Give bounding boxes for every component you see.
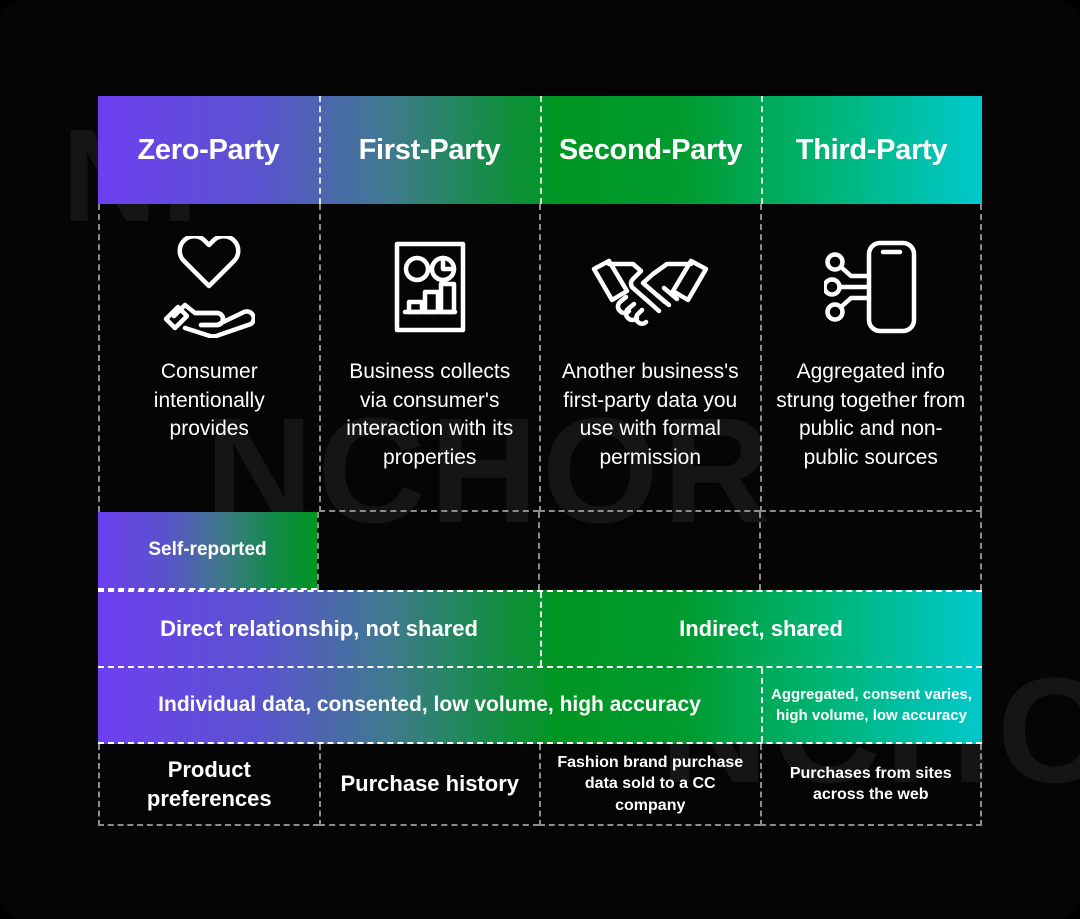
description-text: Aggregated info strung together from pub… — [776, 360, 966, 469]
description-text: Another business's first-party data you … — [561, 360, 739, 469]
column-header-second-party: Second-Party — [540, 96, 761, 204]
column-header-label: First-Party — [358, 133, 501, 166]
column-header-first-party: First-Party — [319, 96, 540, 204]
description-cell-third-party: Aggregated info strung together from pub… — [759, 204, 982, 512]
column-header-label: Second-Party — [558, 133, 743, 166]
description-text: Business collects via consumer's interac… — [346, 360, 514, 469]
analytics-report-icon — [393, 228, 467, 346]
self-reported-cell-third-party — [759, 512, 982, 590]
relationship-label: Direct relationship, not shared — [160, 616, 478, 641]
attributes-banner-row: Individual data, consented, low volume, … — [98, 668, 982, 744]
example-cell-zero-party: Product preferences — [98, 744, 319, 826]
description-row: Consumer intentionally provides Business… — [98, 204, 982, 512]
table-header-row: Zero-Party First-Party Second-Party Thir… — [98, 96, 982, 204]
examples-row: Product preferences Purchase history Fas… — [98, 744, 982, 826]
handshake-icon — [589, 228, 711, 346]
description-text: Consumer intentionally provides — [153, 360, 265, 441]
example-cell-first-party: Purchase history — [318, 744, 539, 826]
example-cell-third-party: Purchases from sites across the web — [759, 744, 982, 826]
self-reported-row: Self-reported — [98, 512, 982, 590]
example-label: Fashion brand purchase data sold to a CC… — [557, 754, 744, 814]
description-cell-zero-party: Consumer intentionally provides — [98, 204, 319, 512]
description-cell-second-party: Another business's first-party data you … — [539, 204, 760, 512]
relationship-label: Indirect, shared — [679, 616, 843, 641]
example-label: Purchase history — [340, 771, 519, 797]
example-label: Product preferences — [146, 756, 272, 811]
attributes-segment-individual: Individual data, consented, low volume, … — [98, 668, 761, 742]
smartphone-data-icon — [823, 228, 918, 346]
data-types-comparison-table: Zero-Party First-Party Second-Party Thir… — [98, 96, 982, 826]
self-reported-cell-first-party — [317, 512, 538, 590]
infographic-canvas: NI NCHOR NCHOR Zero-Party First-Party Se… — [0, 0, 1080, 919]
relationship-banner-row: Direct relationship, not shared Indirect… — [98, 590, 982, 668]
description-cell-first-party: Business collects via consumer's interac… — [318, 204, 539, 512]
attributes-label: Aggregated, consent varies, high volume,… — [771, 686, 972, 724]
self-reported-cell-second-party — [538, 512, 759, 590]
attributes-segment-aggregated: Aggregated, consent varies, high volume,… — [761, 668, 982, 742]
table-body: Consumer intentionally provides Business… — [98, 204, 982, 826]
self-reported-label: Self-reported — [148, 539, 267, 560]
example-label: Purchases from sites across the web — [789, 764, 952, 803]
attributes-label: Individual data, consented, low volume, … — [158, 693, 701, 716]
self-reported-cell-zero-party: Self-reported — [98, 512, 317, 590]
column-header-label: Third-Party — [795, 133, 948, 166]
relationship-segment-indirect: Indirect, shared — [540, 592, 982, 666]
column-header-label: Zero-Party — [137, 133, 280, 166]
heart-in-hand-icon — [163, 228, 256, 346]
column-header-zero-party: Zero-Party — [98, 96, 319, 204]
relationship-segment-direct: Direct relationship, not shared — [98, 592, 540, 666]
column-header-third-party: Third-Party — [761, 96, 982, 204]
example-cell-second-party: Fashion brand purchase data sold to a CC… — [539, 744, 760, 826]
